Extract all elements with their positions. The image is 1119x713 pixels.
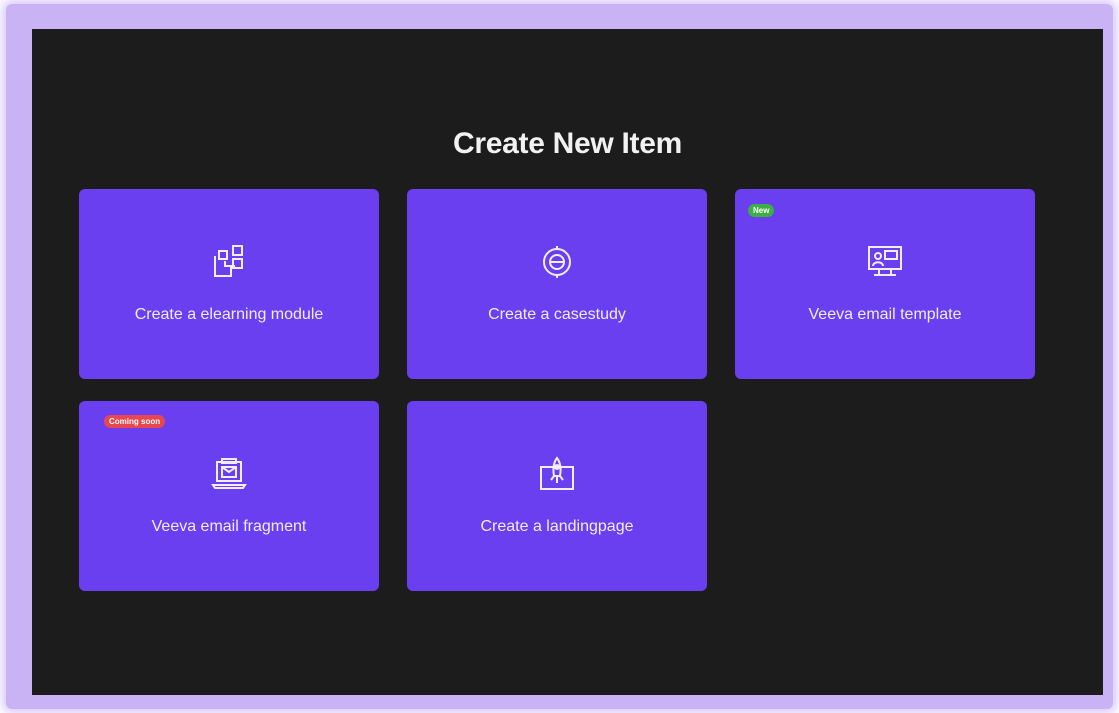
create-new-item-modal: Create New Item Create a elearning modul… bbox=[32, 29, 1103, 695]
veeva-email-template-card[interactable]: New Veeva email template bbox=[735, 189, 1035, 379]
card-label: Create a elearning module bbox=[134, 306, 324, 323]
email-fragment-laptop-icon bbox=[209, 454, 249, 494]
email-template-monitor-icon bbox=[865, 242, 905, 282]
casestudy-target-icon bbox=[537, 242, 577, 282]
elearning-blocks-icon bbox=[209, 242, 249, 282]
coming-soon-badge: Coming soon bbox=[104, 415, 166, 428]
create-landingpage-card[interactable]: Create a landingpage bbox=[407, 401, 707, 591]
landingpage-rocket-icon bbox=[537, 454, 577, 494]
card-label: Veeva email fragment bbox=[151, 518, 307, 535]
create-casestudy-card[interactable]: Create a casestudy bbox=[407, 189, 707, 379]
card-label: Veeva email template bbox=[808, 306, 962, 323]
new-badge: New bbox=[748, 204, 775, 217]
modal-title: Create New Item bbox=[453, 127, 682, 160]
veeva-email-fragment-card[interactable]: Coming soon Veeva email fragment bbox=[79, 401, 379, 591]
card-label: Create a casestudy bbox=[488, 306, 626, 323]
card-label: Create a landingpage bbox=[480, 518, 634, 535]
create-elearning-card[interactable]: Create a elearning module bbox=[79, 189, 379, 379]
